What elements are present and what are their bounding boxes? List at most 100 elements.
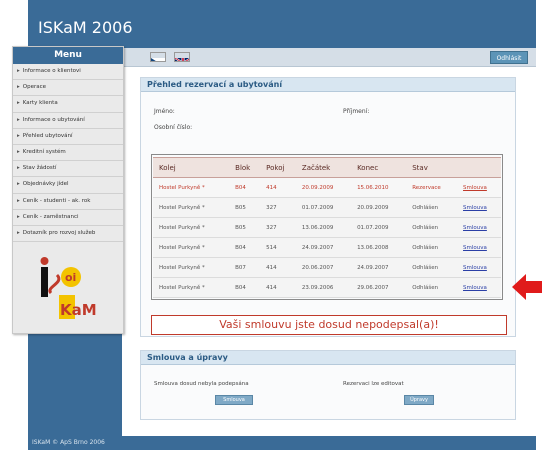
sidebar-item-label: Stav žádostí [22, 165, 57, 172]
cell-zacatek: 20.09.2009 [295, 177, 352, 198]
table-row: Hostel Purkyně * B04 414 20.09.2009 15.06.20… [153, 177, 501, 198]
cell-blok: B04 [229, 237, 261, 258]
bullet-icon: ▸ [17, 84, 20, 91]
reservations-panel: Přehled rezervací a ubytování Jméno: Pří… [140, 77, 516, 337]
cell-kolej: Hostel Purkyně * [153, 217, 230, 238]
contract-link[interactable]: Smlouva [463, 185, 487, 191]
sidebar-item[interactable]: ▸ Karty klienta [13, 96, 123, 113]
sidebar-item[interactable]: ▸ Přehled ubytování [13, 129, 123, 145]
table-header-row: Kolej Blok Pokoj Začátek Konec Stav [153, 157, 501, 178]
table-row: Hostel Purkyně * B07 414 20.06.2007 24.09.20… [153, 257, 501, 278]
cell-pokoj: 327 [260, 197, 296, 218]
sidebar-item[interactable]: ▸ Operace [13, 80, 123, 97]
cell-zacatek: 23.09.2006 [295, 277, 352, 298]
sidebar-menu: Menu ▸ Informace o klientovi ▸ Operace ▸ Kart… [12, 46, 124, 334]
cell-blok: B05 [229, 217, 261, 238]
edit-button[interactable]: Úpravy [404, 395, 434, 405]
sidebar-item-label: Dotazník pro rozvoj služeb [22, 229, 96, 236]
bullet-icon: ▸ [17, 132, 20, 139]
sidebar-item-label: Ceník - zaměstnanci [22, 213, 79, 220]
cell-stav: Odhlášen [406, 257, 458, 278]
cell-pokoj: 414 [260, 257, 296, 278]
bullet-icon: ▸ [17, 100, 20, 107]
column-header: Konec [351, 157, 407, 178]
sidebar-item-label: Karty klienta [22, 100, 58, 107]
contract-link[interactable]: Smlouva [463, 285, 487, 291]
cell-zacatek: 20.06.2007 [295, 257, 352, 278]
czech-flag-icon[interactable] [150, 52, 166, 62]
cell-stav: Odhlášen [406, 217, 458, 238]
cell-stav: Odhlášen [406, 197, 458, 218]
cell-action: Smlouva [457, 257, 501, 278]
cell-pokoj: 414 [260, 277, 296, 298]
sidebar-item-label: Objednávky jídel [22, 181, 69, 188]
sidebar-item-label: Operace [22, 84, 47, 91]
app-title: ISKaM 2006 [38, 18, 133, 37]
contract-link[interactable]: Smlouva [463, 225, 487, 231]
reservations-panel-title: Přehled rezervací a ubytování [141, 78, 515, 92]
sidebar-item-label: Informace o ubytování [22, 116, 85, 123]
cell-action: Smlouva [457, 277, 501, 298]
cell-action: Smlouva [457, 177, 501, 198]
sidebar-item-label: Kreditní systém [22, 148, 66, 155]
left-column-background [28, 330, 122, 440]
cell-kolej: Hostel Purkyně * [153, 237, 230, 258]
cell-stav: Rezervace [406, 177, 458, 198]
contract-status-text: Smlouva dosud nebyla podepsána [154, 381, 249, 387]
contract-link[interactable]: Smlouva [463, 205, 487, 211]
footer-text: ISKaM © ApS Brno 2006 [32, 439, 105, 446]
sidebar-item[interactable]: ▸ Objednávky jídel [13, 177, 123, 194]
table-row: Hostel Purkyně * B05 327 13.06.2009 01.07.20… [153, 217, 501, 238]
column-header: Pokoj [260, 157, 296, 178]
svg-text:KaM: KaM [60, 301, 97, 319]
bullet-icon: ▸ [17, 165, 20, 172]
sidebar-item[interactable]: ▸ Stav žádostí [13, 161, 123, 178]
sidebar-item[interactable]: ▸ Ceník - studenti - ak. rok [13, 194, 123, 210]
sidebar-item-label: Informace o klientovi [22, 68, 81, 74]
bullet-icon: ▸ [17, 197, 20, 204]
bullet-icon: ▸ [17, 213, 20, 220]
contract-link[interactable]: Smlouva [463, 245, 487, 251]
logout-button[interactable]: Odhlásit [490, 51, 528, 64]
contract-button[interactable]: Smlouva [215, 395, 253, 405]
name-label: Jméno: [154, 108, 175, 115]
table-body: Hostel Purkyně * B04 414 20.09.2009 15.06.20… [153, 177, 501, 298]
sidebar-list: ▸ Informace o klientovi ▸ Operace ▸ Karty kli… [13, 64, 123, 243]
sidebar-item[interactable]: ▸ Informace o ubytování [13, 113, 123, 129]
bullet-icon: ▸ [17, 181, 20, 188]
edit-status-text: Rezervaci lze editovat [343, 381, 404, 387]
cell-konec: 01.07.2009 [351, 217, 407, 238]
cell-konec: 29.06.2007 [351, 277, 407, 298]
table-row: Hostel Purkyně * B05 327 01.07.2009 20.09.20… [153, 197, 501, 218]
surname-label: Příjmení: [343, 108, 370, 115]
table-row: Hostel Purkyně * B04 514 24.09.2007 13.06.20… [153, 237, 501, 258]
contract-link[interactable]: Smlouva [463, 265, 487, 271]
sidebar-item-label: Přehled ubytování [22, 132, 73, 139]
sidebar-item[interactable]: ▸ Informace o klientovi [13, 64, 123, 81]
iskam-logo: oi KaM [35, 253, 99, 323]
column-header: Kolej [153, 157, 230, 178]
sidebar-item[interactable]: ▸ Dotazník pro rozvoj služeb [13, 226, 123, 243]
sidebar-item[interactable]: ▸ Ceník - zaměstnanci [13, 210, 123, 226]
bullet-icon: ▸ [17, 148, 20, 155]
footer: ISKaM © ApS Brno 2006 [28, 436, 536, 450]
cell-zacatek: 24.09.2007 [295, 237, 352, 258]
cell-blok: B04 [229, 277, 261, 298]
arrow-left-icon [512, 274, 542, 300]
cell-action: Smlouva [457, 197, 501, 218]
cell-konec: 20.09.2009 [351, 197, 407, 218]
cell-stav: Odhlášen [406, 237, 458, 258]
cell-konec: 13.06.2008 [351, 237, 407, 258]
sidebar-item-label: Ceník - studenti - ak. rok [22, 197, 91, 204]
column-header: Začátek [295, 157, 352, 178]
english-flag-icon[interactable] [174, 52, 190, 62]
menu-title: Menu [13, 47, 123, 64]
cell-pokoj: 327 [260, 217, 296, 238]
cell-action: Smlouva [457, 237, 501, 258]
language-bar: Odhlásit [122, 48, 536, 67]
cell-stav: Odhlášen [406, 277, 458, 298]
sidebar-item[interactable]: ▸ Kreditní systém [13, 145, 123, 162]
contract-panel: Smlouva a úpravy Smlouva dosud nebyla po… [140, 350, 516, 420]
column-header: Stav [406, 157, 458, 178]
cell-pokoj: 414 [260, 177, 296, 198]
